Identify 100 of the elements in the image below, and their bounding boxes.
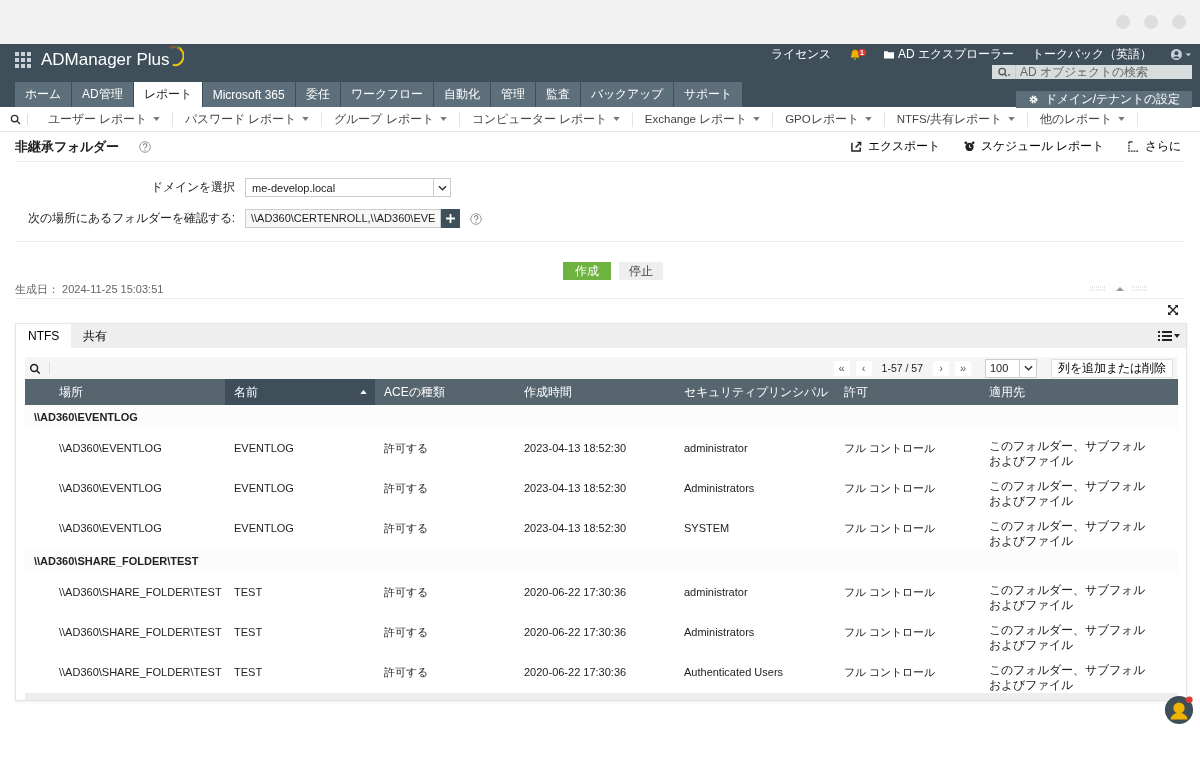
caret-icon: [1117, 117, 1125, 121]
nav-tab[interactable]: サポート: [673, 82, 742, 107]
table-cell: TEST: [234, 626, 263, 638]
stop-button[interactable]: 停止: [618, 262, 663, 280]
column-header[interactable]: セキュリティプリンシパル: [675, 379, 835, 405]
table-cell: 2020-06-22 17:30:36: [524, 626, 627, 638]
columns-button[interactable]: 列を追加または削除: [1051, 358, 1173, 378]
table-cell: \\AD360\EVENTLOG: [59, 522, 162, 534]
table-cell: Administrators: [684, 482, 755, 494]
table-cell: EVENTLOG: [234, 482, 294, 494]
user-menu-icon[interactable]: [1170, 48, 1192, 61]
report-menu[interactable]: Exchange レポート: [632, 111, 774, 127]
export-icon: [850, 141, 862, 152]
table-cell: フル コントロール: [844, 586, 936, 598]
horizontal-scrollbar[interactable]: [25, 693, 1178, 700]
table-cell: フル コントロール: [844, 666, 936, 678]
column-header[interactable]: 名前: [225, 379, 375, 405]
table-cell: 2020-06-22 17:30:36: [524, 666, 627, 678]
table-cell: 許可する: [384, 626, 428, 638]
nav-tab[interactable]: ホーム: [15, 82, 71, 107]
table-cell-text: このフォルダー、サブフォル およびファイル: [989, 519, 1146, 549]
table-cell: 許可する: [384, 482, 428, 494]
help-icon[interactable]: [139, 140, 151, 153]
table-cell-text: このフォルダー、サブフォル およびファイル: [989, 623, 1146, 653]
add-button[interactable]: [441, 209, 461, 228]
caret-icon: [153, 117, 161, 121]
nav-tab[interactable]: レポート: [133, 82, 202, 107]
table-cell: \\AD360\SHARE_FOLDER\TEST: [59, 626, 222, 638]
table-cell: 2023-04-13 18:52:30: [524, 442, 627, 454]
nav-tab[interactable]: 監査: [535, 82, 580, 107]
table-cell: 2023-04-13 18:52:30: [524, 482, 627, 494]
domain-settings-button[interactable]: ドメイン/テナントの設定: [1015, 91, 1192, 108]
page-range: 1-57 / 57: [881, 362, 923, 374]
report-menu[interactable]: パスワード レポート: [173, 111, 323, 127]
list-view-icon[interactable]: [1158, 330, 1180, 342]
fullscreen-icon[interactable]: [1168, 305, 1178, 315]
caret-icon: [864, 117, 872, 121]
report-tab[interactable]: NTFS: [16, 324, 72, 348]
gear-icon: [1027, 94, 1039, 105]
report-menu[interactable]: GPOレポート: [773, 111, 885, 127]
field-label: 次の場所にあるフォルダーを確認する:: [26, 210, 235, 227]
logo-arc-icon: [167, 45, 184, 67]
column-header[interactable]: ACEの種類: [375, 379, 515, 405]
table-cell: EVENTLOG: [234, 522, 294, 534]
table-cell-text: このフォルダー、サブフォル およびファイル: [989, 583, 1146, 613]
column-header[interactable]: 許可: [835, 379, 980, 405]
column-header[interactable]: 作成時間: [515, 379, 675, 405]
toolbar-action[interactable]: さらに: [1124, 138, 1185, 155]
search-icon[interactable]: [10, 113, 28, 125]
column-header[interactable]: 場所: [25, 379, 225, 405]
domain-select[interactable]: me-develop.local: [245, 178, 451, 197]
table-cell: 2020-06-22 17:30:36: [524, 586, 627, 598]
caret-icon: [1007, 117, 1015, 121]
search-icon[interactable]: [29, 362, 50, 374]
chat-assistant-icon[interactable]: [1164, 695, 1194, 725]
app-grid-icon[interactable]: [15, 52, 31, 68]
folder-icon: [884, 50, 894, 59]
nav-tab[interactable]: バックアップ: [580, 82, 673, 107]
report-menu[interactable]: NTFS/共有レポート: [884, 111, 1028, 127]
last-page-button[interactable]: »: [955, 360, 971, 376]
page-size-select[interactable]: 100: [985, 358, 1037, 378]
help-icon[interactable]: [470, 212, 483, 225]
caret-icon: [439, 117, 447, 121]
app-name: ADManager Plus: [41, 50, 170, 70]
header-link[interactable]: ライセンス: [771, 46, 832, 63]
next-page-button[interactable]: ›: [933, 360, 949, 376]
collapse-handle-icon[interactable]: [1090, 285, 1150, 293]
search-field[interactable]: AD オブジェクトの検索: [992, 65, 1192, 79]
table-cell: フル コントロール: [844, 522, 936, 534]
table-cell: 許可する: [384, 666, 428, 678]
report-menu[interactable]: 他のレポート: [1027, 111, 1138, 127]
group-title: \\AD360\SHARE_FOLDER\TEST: [34, 555, 199, 567]
field-label: ドメインを選択: [150, 179, 235, 196]
table-cell: 許可する: [384, 442, 428, 454]
bell-icon[interactable]: [849, 48, 862, 61]
nav-tab[interactable]: 自動化: [433, 82, 490, 107]
nav-tab[interactable]: AD管理: [72, 82, 133, 107]
table-cell: \\AD360\EVENTLOG: [59, 442, 162, 454]
toolbar-action[interactable]: エクスポート: [846, 138, 944, 155]
nav-tab[interactable]: 委任: [295, 82, 340, 107]
table-cell: \\AD360\SHARE_FOLDER\TEST: [59, 586, 222, 598]
nav-tab[interactable]: 管理: [490, 82, 535, 107]
nav-tab[interactable]: ワークフロー: [340, 82, 433, 107]
header-link[interactable]: トークバック（英語）: [1032, 46, 1152, 63]
first-page-button[interactable]: «: [833, 360, 850, 376]
table-cell: フル コントロール: [844, 626, 936, 638]
table-cell: \\AD360\EVENTLOG: [59, 482, 162, 494]
report-menu[interactable]: ユーザー レポート: [36, 111, 174, 127]
toolbar-action[interactable]: スケジュール レポート: [959, 138, 1108, 155]
header-link[interactable]: AD エクスプローラー: [898, 46, 1014, 63]
table-cell: EVENTLOG: [234, 442, 294, 454]
chevron-down-icon: [437, 184, 447, 191]
folder-path-field[interactable]: \\AD360\CERTENROLL,\\AD360\EVE: [245, 209, 442, 228]
nav-tab[interactable]: Microsoft 365: [202, 82, 295, 107]
table-cell: 2023-04-13 18:52:30: [524, 522, 627, 534]
column-header[interactable]: 適用先: [980, 379, 1178, 405]
caret-icon: [302, 117, 310, 121]
report-menu[interactable]: コンピューター レポート: [459, 111, 633, 127]
report-menu[interactable]: グループ レポート: [322, 111, 460, 127]
previous-page-button[interactable]: ‹: [855, 360, 872, 376]
